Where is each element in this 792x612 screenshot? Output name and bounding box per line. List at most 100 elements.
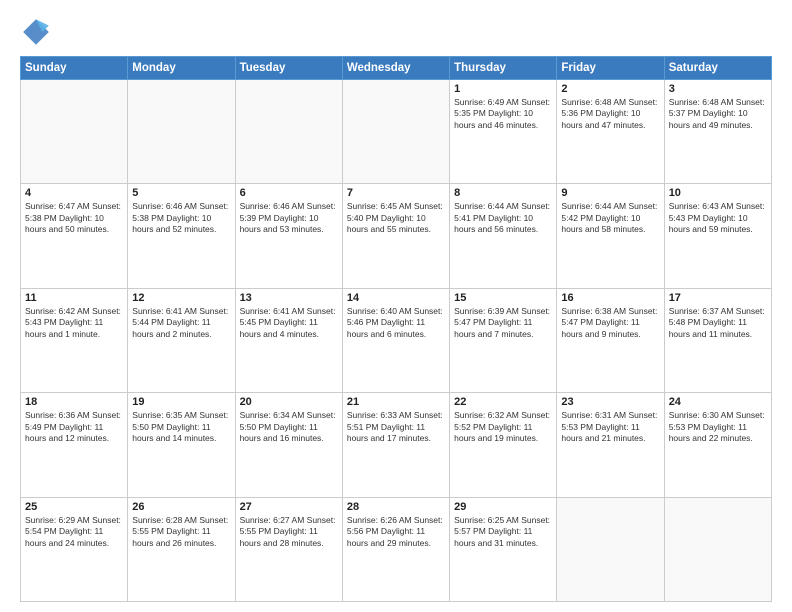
day-number: 12 [132,292,230,304]
calendar-cell: 3 Sunrise: 6:48 AM Sunset: 5:37 PM Daylig… [664,80,771,184]
calendar-cell: 15 Sunrise: 6:39 AM Sunset: 5:47 PM Dayli… [450,288,557,392]
calendar-week-2: 4 Sunrise: 6:47 AM Sunset: 5:38 PM Daylig… [21,184,772,288]
day-number: 22 [454,396,552,408]
calendar-cell: 12 Sunrise: 6:41 AM Sunset: 5:44 PM Dayli… [128,288,235,392]
day-number: 7 [347,187,445,199]
day-info: Sunrise: 6:25 AM Sunset: 5:57 PM Dayligh… [454,515,552,549]
day-info: Sunrise: 6:37 AM Sunset: 5:48 PM Dayligh… [669,306,767,340]
calendar-cell: 18 Sunrise: 6:36 AM Sunset: 5:49 PM Dayli… [21,393,128,497]
calendar-cell: 7 Sunrise: 6:45 AM Sunset: 5:40 PM Daylig… [342,184,449,288]
day-info: Sunrise: 6:26 AM Sunset: 5:56 PM Dayligh… [347,515,445,549]
calendar-cell: 26 Sunrise: 6:28 AM Sunset: 5:55 PM Dayli… [128,497,235,601]
day-number: 16 [561,292,659,304]
day-number: 10 [669,187,767,199]
day-info: Sunrise: 6:41 AM Sunset: 5:45 PM Dayligh… [240,306,338,340]
day-number: 18 [25,396,123,408]
logo-icon [20,16,52,48]
day-number: 28 [347,501,445,513]
calendar-cell: 24Sunrise: 6:30 AM Sunset: 5:53 PM Dayli… [664,393,771,497]
day-number: 1 [454,83,552,95]
day-number: 8 [454,187,552,199]
calendar-cell: 16 Sunrise: 6:38 AM Sunset: 5:47 PM Dayli… [557,288,664,392]
day-number: 15 [454,292,552,304]
calendar-cell: 9Sunrise: 6:44 AM Sunset: 5:42 PM Daylig… [557,184,664,288]
calendar-header-row: SundayMondayTuesdayWednesdayThursdayFrid… [21,57,772,80]
calendar-cell: 21 Sunrise: 6:33 AM Sunset: 5:51 PM Dayli… [342,393,449,497]
weekday-header-monday: Monday [128,57,235,80]
day-info: Sunrise: 6:47 AM Sunset: 5:38 PM Dayligh… [25,201,123,235]
day-info: Sunrise: 6:33 AM Sunset: 5:51 PM Dayligh… [347,410,445,444]
calendar-cell: 19 Sunrise: 6:35 AM Sunset: 5:50 PM Dayli… [128,393,235,497]
day-info: Sunrise: 6:41 AM Sunset: 5:44 PM Dayligh… [132,306,230,340]
calendar-cell: 11 Sunrise: 6:42 AM Sunset: 5:43 PM Dayli… [21,288,128,392]
calendar-cell: 8Sunrise: 6:44 AM Sunset: 5:41 PM Daylig… [450,184,557,288]
day-info: Sunrise: 6:40 AM Sunset: 5:46 PM Dayligh… [347,306,445,340]
calendar-cell [235,80,342,184]
day-info: Sunrise: 6:43 AM Sunset: 5:43 PM Dayligh… [669,201,767,235]
calendar-week-4: 18 Sunrise: 6:36 AM Sunset: 5:49 PM Dayli… [21,393,772,497]
day-number: 6 [240,187,338,199]
page: SundayMondayTuesdayWednesdayThursdayFrid… [0,0,792,612]
day-info: Sunrise: 6:48 AM Sunset: 5:37 PM Dayligh… [669,97,767,131]
weekday-header-friday: Friday [557,57,664,80]
day-number: 24 [669,396,767,408]
day-number: 29 [454,501,552,513]
day-number: 9 [561,187,659,199]
calendar-week-5: 25Sunrise: 6:29 AM Sunset: 5:54 PM Dayli… [21,497,772,601]
calendar-cell: 27Sunrise: 6:27 AM Sunset: 5:55 PM Dayli… [235,497,342,601]
day-number: 4 [25,187,123,199]
day-number: 17 [669,292,767,304]
calendar-cell: 20 Sunrise: 6:34 AM Sunset: 5:50 PM Dayli… [235,393,342,497]
day-number: 19 [132,396,230,408]
day-info: Sunrise: 6:45 AM Sunset: 5:40 PM Dayligh… [347,201,445,235]
day-number: 23 [561,396,659,408]
day-info: Sunrise: 6:39 AM Sunset: 5:47 PM Dayligh… [454,306,552,340]
day-number: 25 [25,501,123,513]
calendar-cell: 1 Sunrise: 6:49 AM Sunset: 5:35 PM Daylig… [450,80,557,184]
calendar-cell: 13 Sunrise: 6:41 AM Sunset: 5:45 PM Dayli… [235,288,342,392]
calendar-cell [664,497,771,601]
calendar-cell [128,80,235,184]
day-number: 20 [240,396,338,408]
calendar: SundayMondayTuesdayWednesdayThursdayFrid… [20,56,772,602]
calendar-cell: 2 Sunrise: 6:48 AM Sunset: 5:36 PM Daylig… [557,80,664,184]
calendar-cell: 4 Sunrise: 6:47 AM Sunset: 5:38 PM Daylig… [21,184,128,288]
day-number: 21 [347,396,445,408]
day-number: 14 [347,292,445,304]
calendar-cell: 6 Sunrise: 6:46 AM Sunset: 5:39 PM Daylig… [235,184,342,288]
day-info: Sunrise: 6:34 AM Sunset: 5:50 PM Dayligh… [240,410,338,444]
calendar-week-3: 11 Sunrise: 6:42 AM Sunset: 5:43 PM Dayli… [21,288,772,392]
day-number: 26 [132,501,230,513]
day-number: 5 [132,187,230,199]
calendar-cell: 25Sunrise: 6:29 AM Sunset: 5:54 PM Dayli… [21,497,128,601]
day-number: 13 [240,292,338,304]
weekday-header-thursday: Thursday [450,57,557,80]
weekday-header-tuesday: Tuesday [235,57,342,80]
day-number: 11 [25,292,123,304]
calendar-cell: 28 Sunrise: 6:26 AM Sunset: 5:56 PM Dayli… [342,497,449,601]
day-info: Sunrise: 6:48 AM Sunset: 5:36 PM Dayligh… [561,97,659,131]
day-info: Sunrise: 6:46 AM Sunset: 5:38 PM Dayligh… [132,201,230,235]
header [20,16,772,48]
day-info: Sunrise: 6:42 AM Sunset: 5:43 PM Dayligh… [25,306,123,340]
weekday-header-sunday: Sunday [21,57,128,80]
calendar-cell [342,80,449,184]
calendar-cell: 17 Sunrise: 6:37 AM Sunset: 5:48 PM Dayli… [664,288,771,392]
day-info: Sunrise: 6:49 AM Sunset: 5:35 PM Dayligh… [454,97,552,131]
day-info: Sunrise: 6:38 AM Sunset: 5:47 PM Dayligh… [561,306,659,340]
calendar-cell: 14 Sunrise: 6:40 AM Sunset: 5:46 PM Dayli… [342,288,449,392]
day-number: 3 [669,83,767,95]
day-info: Sunrise: 6:28 AM Sunset: 5:55 PM Dayligh… [132,515,230,549]
logo [20,16,56,48]
day-info: Sunrise: 6:35 AM Sunset: 5:50 PM Dayligh… [132,410,230,444]
calendar-cell: 10 Sunrise: 6:43 AM Sunset: 5:43 PM Dayli… [664,184,771,288]
day-info: Sunrise: 6:46 AM Sunset: 5:39 PM Dayligh… [240,201,338,235]
calendar-week-1: 1 Sunrise: 6:49 AM Sunset: 5:35 PM Daylig… [21,80,772,184]
day-number: 2 [561,83,659,95]
weekday-header-saturday: Saturday [664,57,771,80]
calendar-cell: 23 Sunrise: 6:31 AM Sunset: 5:53 PM Dayli… [557,393,664,497]
day-info: Sunrise: 6:31 AM Sunset: 5:53 PM Dayligh… [561,410,659,444]
weekday-header-wednesday: Wednesday [342,57,449,80]
day-info: Sunrise: 6:36 AM Sunset: 5:49 PM Dayligh… [25,410,123,444]
calendar-cell: 29 Sunrise: 6:25 AM Sunset: 5:57 PM Dayli… [450,497,557,601]
